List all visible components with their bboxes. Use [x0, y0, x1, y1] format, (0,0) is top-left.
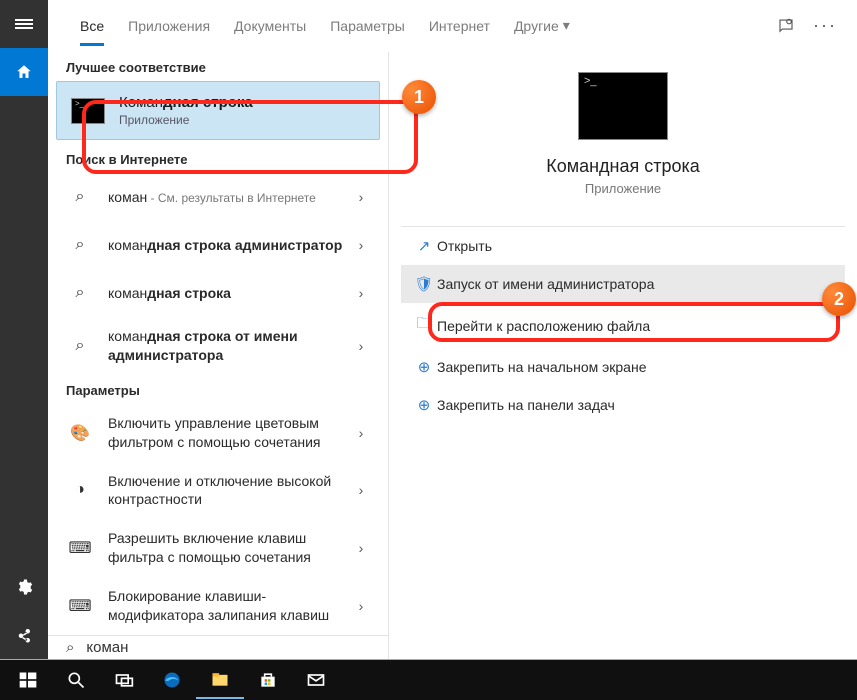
annotation-badge-1: 1 [402, 80, 436, 114]
settings-button[interactable] [0, 563, 48, 611]
chevron-right-icon: › [352, 189, 370, 205]
chevron-right-icon: › [352, 540, 370, 556]
edge-button[interactable] [148, 660, 196, 700]
web-result[interactable]: ⌕ коман - См. результаты в Интернете › [48, 173, 388, 221]
mail-button[interactable] [292, 660, 340, 700]
web-result[interactable]: ⌕ командная строка администратор › [48, 221, 388, 269]
chevron-right-icon: › [352, 338, 370, 354]
search-icon: ⌕ [66, 279, 94, 307]
action-open[interactable]: ↗ Открыть [401, 227, 845, 265]
left-rail [0, 0, 48, 659]
search-icon: ⌕ [66, 639, 74, 656]
pin-icon: ⊕ [411, 396, 437, 414]
filter-tabs: Все Приложения Документы Параметры Интер… [48, 0, 857, 52]
folder-icon: 🗀 [411, 313, 437, 338]
action-pin-start[interactable]: ⊕ Закрепить на начальном экране [401, 348, 845, 386]
search-input-display[interactable]: ⌕ коман [48, 635, 388, 659]
settings-result[interactable]: ⌨ Блокирование клавиши-модификатора зали… [48, 577, 388, 635]
keyboard-icon: ⌨ [66, 592, 94, 620]
tab-settings[interactable]: Параметры [318, 0, 417, 52]
search-icon: ⌕ [66, 183, 94, 211]
results-list: Лучшее соответствие Командная строка При… [48, 52, 388, 659]
best-match-result[interactable]: Командная строка Приложение [56, 81, 380, 140]
chevron-down-icon: ▾ [563, 17, 570, 34]
home-button[interactable] [0, 48, 48, 96]
keyboard-icon: ⌨ [66, 534, 94, 562]
palette-icon: 🎨 [66, 419, 94, 447]
cmd-icon [71, 98, 105, 124]
menu-button[interactable] [0, 0, 48, 48]
shield-icon: 🛡 [411, 275, 437, 293]
action-pin-taskbar[interactable]: ⊕ Закрепить на панели задач [401, 386, 845, 424]
taskbar-search-button[interactable] [52, 660, 100, 700]
task-view-button[interactable] [100, 660, 148, 700]
search-query-text: коман [86, 639, 128, 656]
preview-subtitle: Приложение [389, 181, 857, 196]
annotation-badge-2: 2 [822, 282, 856, 316]
settings-result[interactable]: ⌨ Разрешить включение клавиш фильтра с п… [48, 519, 388, 577]
action-open-location[interactable]: 🗀 Перейти к расположению файла [401, 303, 845, 348]
chevron-right-icon: › [352, 425, 370, 441]
search-icon: ⌕ [66, 231, 94, 259]
section-web: Поиск в Интернете [48, 144, 388, 173]
share-button[interactable] [0, 611, 48, 659]
tab-internet[interactable]: Интернет [417, 0, 502, 52]
tab-docs[interactable]: Документы [222, 0, 318, 52]
search-icon: ⌕ [66, 332, 94, 360]
contrast-icon: ◑ [66, 476, 94, 504]
pin-icon: ⊕ [411, 358, 437, 376]
open-icon: ↗ [411, 237, 437, 255]
action-run-as-admin[interactable]: 🛡 Запуск от имени администратора [401, 265, 845, 303]
preview-title: Командная строка [389, 156, 857, 177]
chevron-right-icon: › [352, 598, 370, 614]
start-button[interactable] [4, 660, 52, 700]
preview-cmd-icon [578, 72, 668, 140]
best-match-subtitle: Приложение [119, 113, 253, 127]
feedback-icon[interactable] [777, 17, 795, 35]
best-match-title: Командная строка [119, 94, 253, 111]
section-best-match: Лучшее соответствие [48, 52, 388, 81]
store-button[interactable] [244, 660, 292, 700]
settings-result[interactable]: ◑ Включение и отключение высокой контрас… [48, 462, 388, 520]
taskbar [0, 660, 857, 700]
section-settings: Параметры [48, 375, 388, 404]
tab-apps[interactable]: Приложения [116, 0, 222, 52]
details-pane: Командная строка Приложение ↗ Открыть 🛡 … [388, 52, 857, 659]
chevron-right-icon: › [352, 285, 370, 301]
web-result[interactable]: ⌕ командная строка › [48, 269, 388, 317]
web-result[interactable]: ⌕ командная строка от имени администрато… [48, 317, 388, 375]
more-options-button[interactable]: ··· [813, 15, 837, 36]
chevron-right-icon: › [352, 237, 370, 253]
explorer-button[interactable] [196, 661, 244, 699]
tab-more[interactable]: Другие▾ [502, 0, 582, 52]
chevron-right-icon: › [352, 482, 370, 498]
tab-all[interactable]: Все [68, 0, 116, 52]
settings-result[interactable]: 🎨 Включить управление цветовым фильтром … [48, 404, 388, 462]
